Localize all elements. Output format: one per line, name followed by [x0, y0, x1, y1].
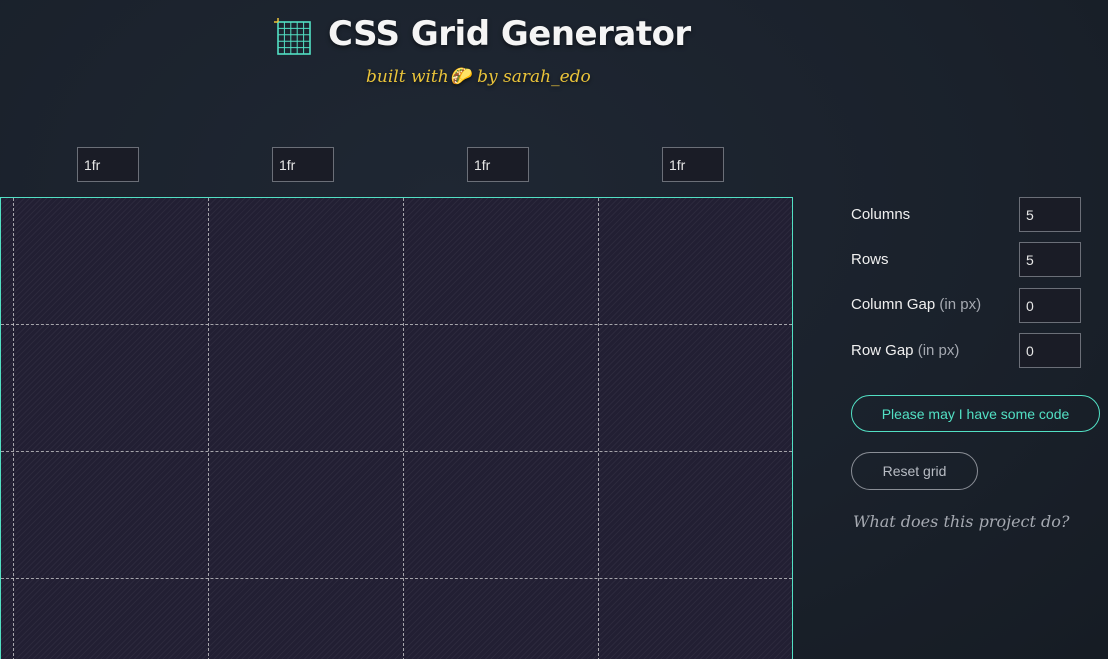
grid-column-line — [403, 198, 404, 659]
grid-row-line — [1, 578, 792, 579]
reset-grid-button[interactable]: Reset grid — [851, 452, 978, 490]
about-project-link[interactable]: What does this project do? — [853, 512, 1069, 531]
app-header: CSS Grid Generator built with 🌮 by sarah_e… — [270, 12, 691, 112]
grid-canvas[interactable] — [0, 197, 793, 659]
column-gap-unit: (in px) — [939, 296, 982, 313]
row-gap-unit: (in px) — [917, 342, 960, 359]
grid-column-line — [208, 198, 209, 659]
page-title: CSS Grid Generator — [328, 14, 691, 54]
subtitle-suffix: by sarah_edo — [477, 67, 591, 87]
column-gap-label-text: Column Gap — [851, 296, 936, 313]
row-gap-label: Row Gap (in px) — [851, 342, 959, 359]
rows-label: Rows — [851, 251, 889, 268]
column-gap-input[interactable] — [1019, 288, 1081, 323]
column-size-input-4[interactable] — [662, 147, 724, 182]
grid-logo-icon — [274, 18, 311, 55]
columns-label: Columns — [851, 206, 911, 223]
rows-input[interactable] — [1019, 242, 1081, 277]
page-subtitle: built with 🌮 by sarah_edo — [366, 66, 591, 87]
grid-row-line — [1, 451, 792, 452]
taco-icon: 🌮 — [450, 66, 474, 87]
column-size-input-2[interactable] — [272, 147, 334, 182]
columns-input[interactable] — [1019, 197, 1081, 232]
row-gap-input[interactable] — [1019, 333, 1081, 368]
subtitle-prefix: built with — [366, 67, 449, 87]
column-size-input-1[interactable] — [77, 147, 139, 182]
grid-column-line — [598, 198, 599, 659]
row-gap-label-text: Row Gap — [851, 342, 914, 359]
get-code-button[interactable]: Please may I have some code — [851, 395, 1100, 432]
grid-column-line — [13, 198, 14, 659]
grid-row-line — [1, 324, 792, 325]
column-gap-label: Column Gap (in px) — [851, 296, 981, 313]
column-size-input-3[interactable] — [467, 147, 529, 182]
